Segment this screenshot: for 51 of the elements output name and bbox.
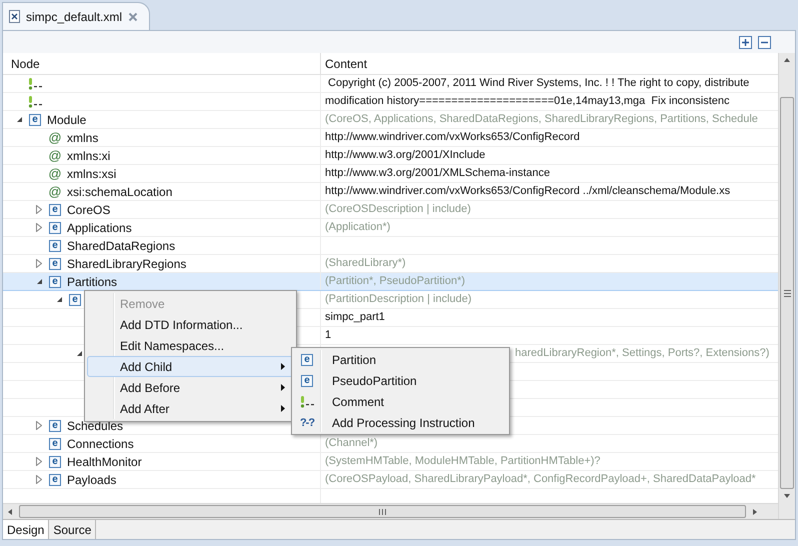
node-content: (CoreOSDescription | include) — [325, 202, 471, 218]
element-icon: e — [49, 204, 61, 216]
element-icon: e — [49, 240, 61, 252]
element-icon: e — [49, 276, 61, 288]
element-icon: e — [49, 258, 61, 270]
node-content: simpc_part1 — [325, 310, 385, 326]
element-icon: e — [301, 374, 313, 386]
node-content: http://www.windriver.com/vxWorks653/ConfigRecord — [325, 130, 580, 146]
node-name: CoreOS — [67, 202, 110, 218]
node-name: SharedDataRegions — [67, 238, 176, 254]
element-icon: e — [29, 114, 41, 126]
node-name: Applications — [67, 220, 132, 236]
node-name: xmlns:xi — [67, 148, 110, 164]
node-content: (PartitionDescription | include) — [325, 292, 472, 308]
attribute-icon: @ — [48, 132, 62, 144]
processing-instruction-icon: ?-? — [300, 416, 314, 428]
node-name: HealthMonitor — [67, 454, 142, 470]
node-name: Schedules — [67, 418, 124, 434]
node-content: (SystemHMTable, ModuleHMTable, PartitionHMTable+)? — [325, 454, 600, 470]
node-content: 1 — [325, 328, 332, 344]
element-icon: e — [49, 420, 61, 432]
node-name: Partitions — [67, 274, 118, 290]
node-name: xmlns — [67, 130, 98, 146]
node-content: Copyright (c) 2005-2007, 2011 Wind River Systems, Inc. ! ! The right to copy, distribute — [327, 76, 750, 92]
node-content: http://www.windriver.com/vxWorks653/ConfigRecord ../xml/cleanschema/Module.xs — [325, 184, 730, 200]
element-icon: e — [49, 222, 61, 234]
attribute-icon: @ — [48, 150, 62, 162]
attribute-icon: @ — [48, 168, 62, 180]
node-content: haredLibraryRegion*, Settings, Ports?, Extensions?) — [515, 346, 770, 362]
node-content: (CoreOS, Applications, SharedDataRegions, SharedLibraryRegions, Partitions, Schedule — [325, 112, 758, 128]
element-icon: e — [49, 474, 61, 486]
node-name: xsi:schemaLocation — [67, 184, 172, 200]
node-name: Connections — [67, 436, 134, 452]
element-icon: e — [301, 354, 313, 366]
node-name: xmlns:xsi — [67, 166, 116, 182]
element-icon: e — [49, 438, 61, 450]
attribute-icon: @ — [48, 186, 62, 198]
node-name: SharedLibraryRegions — [67, 256, 186, 272]
node-content: http://www.w3.org/2001/XInclude — [325, 148, 486, 164]
node-name: Payloads — [67, 472, 116, 488]
node-content: (SharedLibrary*) — [325, 256, 406, 272]
node-content: http://www.w3.org/2001/XMLSchema-instance — [325, 166, 550, 182]
node-content: (Partition*, PseudoPartition*) — [325, 274, 466, 290]
node-content: modification history=====================01e,14may13,mga Fix inconsistenc — [325, 94, 730, 110]
tab-title: simpc_default.xml — [26, 8, 122, 26]
element-icon: e — [69, 294, 81, 306]
element-icon: e — [49, 456, 61, 468]
node-name: Module — [47, 112, 86, 128]
node-content: (CoreOSPayload, SharedLibraryPayload*, ConfigRecordPayload+, SharedDataPayload* — [325, 472, 756, 488]
node-content: (Channel*) — [325, 436, 378, 452]
node-content: (Application*) — [325, 220, 390, 236]
